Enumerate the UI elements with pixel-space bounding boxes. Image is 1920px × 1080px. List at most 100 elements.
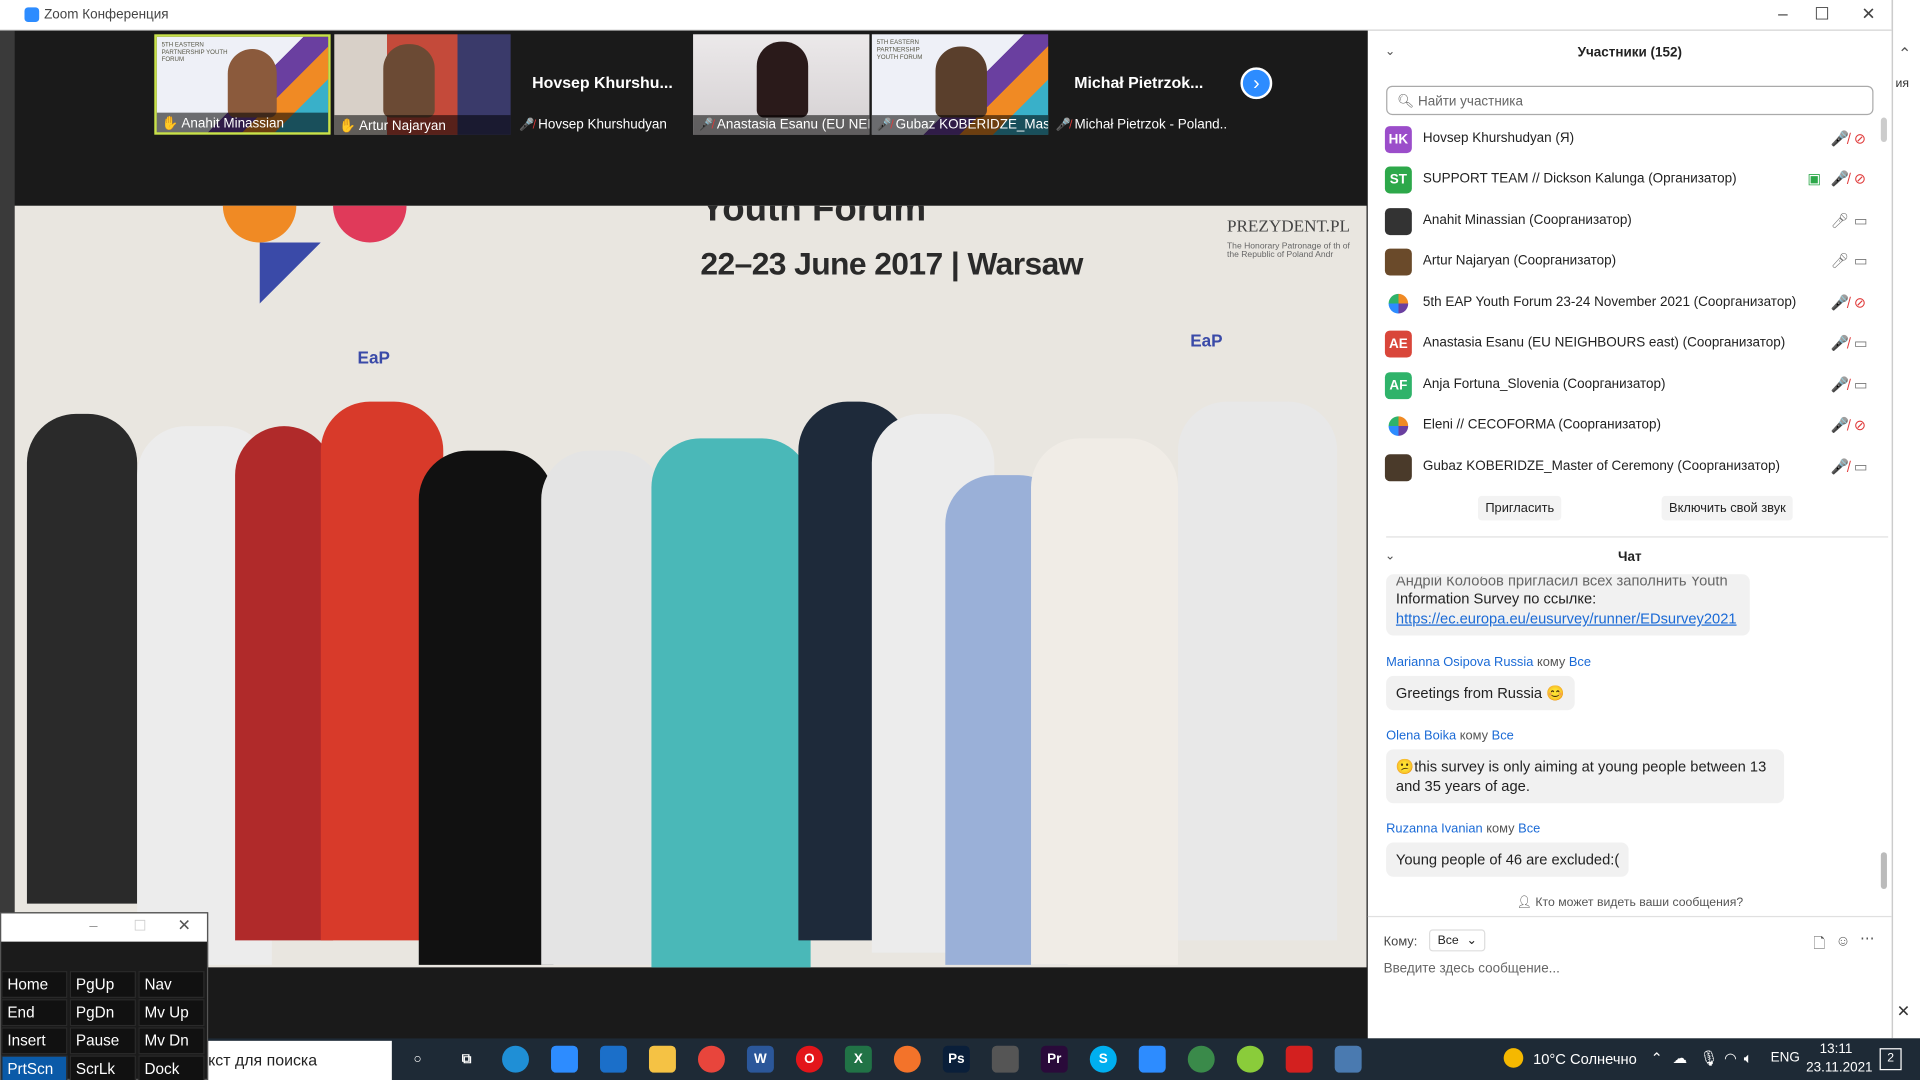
camera-off-icon[interactable]: ⊘ bbox=[1854, 294, 1866, 311]
task-view-icon[interactable]: ⧉ bbox=[453, 1045, 481, 1073]
opera-icon[interactable]: O bbox=[795, 1045, 823, 1073]
thumbnail-michal[interactable]: Michał Pietrzok... 🎤̸ Michał Pietrzok - P… bbox=[1050, 34, 1227, 135]
close-button[interactable]: ✕ bbox=[1856, 4, 1880, 25]
participant-row[interactable]: Artur Najaryan (Соорганизатор) 🎤︎ ▭ bbox=[1384, 244, 1875, 281]
edge-icon[interactable] bbox=[502, 1045, 529, 1073]
survey-link[interactable]: https://ec.europa.eu/eusurvey/runner/EDs… bbox=[1396, 609, 1740, 629]
maximize-button[interactable]: ☐ bbox=[133, 917, 146, 934]
camera-off-icon[interactable]: ⊘ bbox=[1854, 416, 1866, 433]
thumbnail-anahit[interactable]: 5TH EASTERN PARTNERSHIP YOUTH FORUM ✋ An… bbox=[154, 34, 331, 135]
thumbnail-anastasia[interactable]: 🎤̸ Anastasia Esanu (EU NEI... bbox=[693, 34, 870, 135]
acrobat-icon[interactable] bbox=[1285, 1045, 1313, 1073]
chat-message-input[interactable]: Введите здесь сообщение... bbox=[1384, 961, 1560, 976]
file-icon[interactable]: 🗋 bbox=[1813, 932, 1825, 958]
language-indicator[interactable]: ENG bbox=[1771, 1051, 1800, 1066]
tray-chevron-icon[interactable]: ⌃ bbox=[1651, 1049, 1663, 1066]
camera-icon[interactable]: ▭ bbox=[1854, 458, 1868, 475]
more-icon[interactable]: ⋯ bbox=[1860, 929, 1875, 946]
cloud-icon[interactable]: ☁ bbox=[1673, 1049, 1688, 1066]
mic-muted-icon[interactable]: 🎤̸ bbox=[1831, 130, 1849, 147]
minimize-button[interactable]: – bbox=[89, 917, 97, 934]
keypad-key[interactable]: PgUp bbox=[69, 971, 136, 998]
recipient-dropdown[interactable]: Все ⌄ bbox=[1428, 929, 1486, 952]
emoji-icon[interactable]: ☺ bbox=[1836, 932, 1851, 949]
mic-muted-icon[interactable]: 🎤̸ bbox=[1831, 458, 1849, 475]
task-search-icon[interactable]: ○ bbox=[404, 1045, 432, 1073]
weather-text[interactable]: 10°C Солнечно bbox=[1533, 1051, 1637, 1068]
chrome-icon[interactable] bbox=[697, 1045, 725, 1073]
keypad-key[interactable]: Insert bbox=[1, 1027, 68, 1055]
participants-scrollbar[interactable] bbox=[1880, 117, 1887, 143]
participant-row[interactable]: Eleni // CECOFORMA (Соорганизатор) 🎤̸ ⊘ bbox=[1385, 408, 1875, 445]
keypad-key[interactable]: ScrLk bbox=[69, 1055, 136, 1080]
mic-muted-icon[interactable]: 🎤̸ bbox=[1831, 376, 1849, 393]
word-icon[interactable]: W bbox=[746, 1045, 774, 1073]
keypad-key[interactable]: Dock bbox=[138, 1055, 205, 1080]
keypad-key[interactable]: PrtScn bbox=[1, 1055, 68, 1080]
wifi-icon[interactable]: ◠ bbox=[1724, 1049, 1737, 1066]
thumbnail-gubaz[interactable]: 5TH EASTERN PARTNERSHIP YOUTH FORUM 🎤̸ Gu… bbox=[871, 34, 1049, 135]
keypad-key[interactable]: Mv Dn bbox=[138, 1027, 205, 1055]
globe-icon[interactable] bbox=[1187, 1045, 1215, 1073]
keypad-key[interactable]: Home bbox=[1, 971, 68, 998]
thumbnail-hovsep[interactable]: Hovsep Khurshu... 🎤̸ Hovsep Khurshudyan bbox=[514, 34, 691, 135]
taskbar-search-box[interactable]: кст для поиска bbox=[205, 1040, 392, 1080]
notification-center-icon[interactable]: 2 bbox=[1879, 1048, 1902, 1071]
camera-icon[interactable]: ▭ bbox=[1854, 212, 1868, 229]
keypad-key[interactable]: PgDn bbox=[69, 999, 136, 1027]
keypad-key[interactable]: Mv Up bbox=[138, 999, 205, 1027]
mic-muted-icon[interactable]: 🎤̸ bbox=[1831, 416, 1849, 433]
mic-icon[interactable]: 🎙︎ bbox=[1700, 1049, 1719, 1066]
unmute-self-button[interactable]: Включить свой звук bbox=[1661, 495, 1794, 521]
firefox-icon[interactable] bbox=[893, 1045, 921, 1073]
keypad-key[interactable]: Nav bbox=[138, 971, 205, 998]
store-icon[interactable] bbox=[551, 1045, 578, 1073]
participant-row[interactable]: ST SUPPORT TEAM // Dickson Kalunga (Орган… bbox=[1384, 162, 1875, 199]
participant-row[interactable]: AF Anja Fortuna_Slovenia (Соорганизатор) 🎤… bbox=[1384, 367, 1875, 404]
thumbnail-banner: 5TH EASTERN PARTNERSHIP YOUTH FORUM bbox=[876, 39, 923, 62]
explorer-icon[interactable] bbox=[648, 1045, 676, 1073]
mail-icon[interactable] bbox=[600, 1045, 627, 1073]
volume-icon[interactable]: 🔈︎ bbox=[1744, 1049, 1753, 1067]
who-can-see-link[interactable]: 👤︎ Кто может видеть ваши сообщения? bbox=[1368, 896, 1892, 909]
thumbnail-label: ✋ Artur Najaryan bbox=[334, 115, 511, 135]
clock-date[interactable]: 23.11.2021 bbox=[1806, 1060, 1872, 1075]
camera-icon[interactable]: ▭ bbox=[1854, 376, 1868, 393]
chevron-up-icon[interactable]: ⌃ bbox=[1898, 44, 1911, 64]
thumbnail-artur[interactable]: ✋ Artur Najaryan bbox=[334, 34, 511, 135]
chat-scrollbar[interactable] bbox=[1880, 852, 1887, 889]
participant-row[interactable]: 5th EAP Youth Forum 23-24 November 2021 … bbox=[1385, 285, 1875, 322]
participant-search-input[interactable]: 🔍︎ Найти участника bbox=[1386, 85, 1874, 116]
participant-avatar bbox=[1388, 416, 1409, 436]
zoom-icon[interactable] bbox=[1138, 1045, 1166, 1073]
keypad-key[interactable]: End bbox=[1, 999, 68, 1027]
photoshop-icon[interactable]: Ps bbox=[942, 1045, 970, 1073]
calculator-icon[interactable] bbox=[991, 1045, 1019, 1073]
mic-muted-icon[interactable]: 🎤̸ bbox=[1831, 294, 1849, 311]
participant-row[interactable]: Gubaz KOBERIDZE_Master of Ceremony (Соор… bbox=[1384, 449, 1875, 486]
mic-icon[interactable]: 🎤︎ bbox=[1831, 252, 1850, 269]
premiere-icon[interactable]: Pr bbox=[1040, 1045, 1068, 1073]
camera-off-icon[interactable]: ⊘ bbox=[1854, 130, 1866, 147]
maximize-button[interactable]: ☐ bbox=[1810, 4, 1834, 25]
app-icon[interactable] bbox=[1236, 1045, 1264, 1073]
close-button[interactable]: ✕ bbox=[178, 916, 191, 936]
participant-row[interactable]: AE Anastasia Esanu (EU NEIGHBOURS east) (… bbox=[1384, 326, 1875, 363]
participant-row[interactable]: Anahit Minassian (Соорганизатор) 🎤︎ ▭ bbox=[1384, 203, 1875, 240]
network-icon[interactable] bbox=[1334, 1045, 1362, 1073]
minimize-button[interactable]: – bbox=[1771, 4, 1795, 24]
next-page-arrow-icon[interactable]: › bbox=[1240, 67, 1273, 100]
excel-icon[interactable]: X bbox=[844, 1045, 872, 1073]
close-icon[interactable]: ✕ bbox=[1897, 1002, 1910, 1022]
keypad-key[interactable]: Pause bbox=[69, 1027, 136, 1055]
clock-time[interactable]: 13:11 bbox=[1820, 1042, 1853, 1057]
mic-muted-icon[interactable]: 🎤̸ bbox=[1831, 170, 1849, 187]
invite-button[interactable]: Пригласить bbox=[1477, 495, 1562, 521]
skype-icon[interactable]: S bbox=[1089, 1045, 1117, 1073]
participant-row[interactable]: HK Hovsep Khurshudyan (Я) 🎤̸ ⊘ bbox=[1384, 121, 1875, 158]
camera-off-icon[interactable]: ⊘ bbox=[1854, 170, 1866, 187]
camera-icon[interactable]: ▭ bbox=[1854, 252, 1868, 269]
camera-icon[interactable]: ▭ bbox=[1854, 334, 1868, 351]
mic-icon[interactable]: 🎤︎ bbox=[1831, 212, 1850, 229]
mic-muted-icon[interactable]: 🎤̸ bbox=[1831, 334, 1849, 351]
